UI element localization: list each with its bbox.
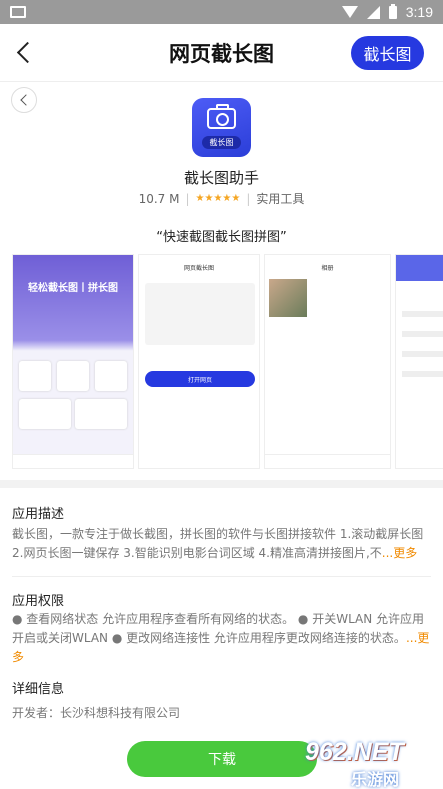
description-more-link[interactable]: ...更多 <box>382 546 417 560</box>
image-icon <box>10 6 26 18</box>
top-bar: 网页截长图 截长图 <box>0 24 443 82</box>
feature-tile <box>19 361 51 391</box>
watermark-text: 乐游网 <box>351 770 400 789</box>
permissions-title: 应用权限 <box>12 594 65 609</box>
mini-nav <box>13 454 133 468</box>
signal-icon <box>366 5 380 19</box>
screenshot-2-header: 网页截长图 <box>183 265 214 272</box>
menu-line <box>402 371 443 377</box>
feature-tile <box>75 399 127 429</box>
screenshot-2-button: 打开网页 <box>145 371 255 387</box>
divider <box>12 576 431 577</box>
app-name: 截长图助手 <box>183 169 259 187</box>
app-icon-badge: 截长图 <box>202 136 241 149</box>
screenshot-1[interactable]: 轻松截长图丨拼长图 <box>12 254 134 469</box>
camera-icon <box>207 104 236 129</box>
meta-separator: | <box>246 191 251 206</box>
detail-back-button[interactable] <box>11 87 37 113</box>
menu-line <box>402 331 443 337</box>
chevron-left-icon <box>19 94 32 106</box>
description-text: 截长图，一款专注于做长截图，拼长图的软件与长图拼接软件 1.滚动截屏长图 2.网… <box>12 525 431 563</box>
app-icon: 截长图 <box>192 98 251 157</box>
screenshot-3-header: 相册 <box>321 265 334 272</box>
screenshot-carousel[interactable]: 轻松截长图丨拼长图 网页截长图 打开网页 相册 <box>12 254 443 469</box>
screenshot-3[interactable]: 相册 <box>264 254 391 469</box>
developer-info: 开发者：长沙科想科技有限公司 <box>12 706 181 720</box>
app-tagline: “快速截图截长图拼图” <box>156 230 287 245</box>
meta-separator: | <box>185 191 190 206</box>
screenshot-2[interactable]: 网页截长图 打开网页 <box>138 254 260 469</box>
rating-stars: ★★★★★ <box>195 193 241 204</box>
back-button[interactable] <box>0 24 48 82</box>
wifi-icon <box>341 6 358 18</box>
description-title: 应用描述 <box>12 507 65 522</box>
app-category: 实用工具 <box>256 192 305 206</box>
long-screenshot-button[interactable]: 截长图 <box>351 36 424 70</box>
chevron-left-icon <box>16 41 38 64</box>
details-title: 详细信息 <box>12 682 65 697</box>
status-time: 3:19 <box>405 4 433 20</box>
app-size: 10.7 M <box>138 191 180 206</box>
feature-tile <box>95 361 127 391</box>
permissions-text: ● 查看网络状态 允许应用程序查看所有网络的状态。 ● 开关WLAN 允许应用开… <box>12 610 431 667</box>
album-thumbnail <box>269 279 307 317</box>
watermark-logo: 962.NET 乐游网 <box>305 738 441 789</box>
feature-tile <box>19 399 71 429</box>
watermark-number: 962.NET <box>305 738 404 766</box>
menu-line <box>402 351 443 357</box>
feature-tile <box>57 361 89 391</box>
section-divider <box>0 480 443 488</box>
mini-nav <box>265 454 390 468</box>
url-input-preview <box>145 283 255 345</box>
screenshot-4-header <box>396 255 443 281</box>
menu-line <box>402 311 443 317</box>
permissions-body: ● 查看网络状态 允许应用程序查看所有网络的状态。 ● 开关WLAN 允许应用开… <box>12 612 425 645</box>
description-body: 截长图，一款专注于做长截图，拼长图的软件与长图拼接软件 1.滚动截屏长图 2.网… <box>12 527 424 560</box>
screenshot-1-title: 轻松截长图丨拼长图 <box>28 283 118 294</box>
download-button[interactable]: 下载 <box>127 741 317 777</box>
app-meta: 10.7 M | ★★★★★ | 实用工具 <box>0 190 443 207</box>
battery-icon <box>388 3 397 19</box>
status-bar: 3:19 <box>0 0 443 24</box>
screenshot-4[interactable] <box>395 254 443 469</box>
